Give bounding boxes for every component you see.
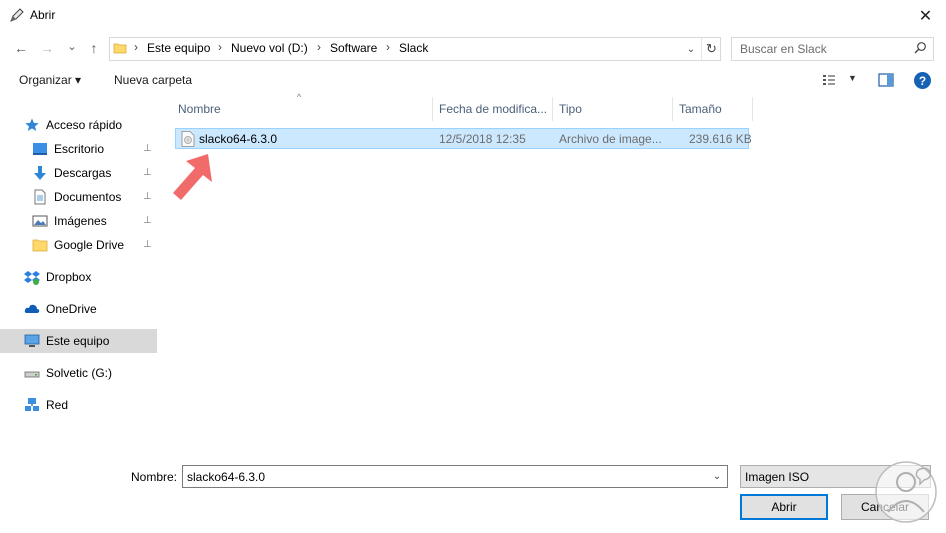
filename-label: Nombre: — [131, 470, 178, 484]
sidebar-item-este-equipo[interactable]: Este equipo — [24, 329, 109, 353]
sidebar-item-acceso-rapido[interactable]: Acceso rápido — [24, 113, 122, 137]
desktop-icon — [33, 143, 47, 155]
column-header-name[interactable]: Nombre — [178, 102, 221, 116]
column-divider[interactable] — [752, 97, 753, 121]
annotation-arrow-icon — [173, 154, 212, 200]
recent-locations-button[interactable]: ⌄ — [62, 36, 82, 56]
file-name: slacko64-6.3.0 — [199, 132, 278, 146]
forward-button[interactable]: → — [37, 38, 57, 58]
pencil-icon — [10, 8, 24, 22]
preview-pane-icon[interactable] — [878, 73, 894, 87]
breadcrumb-item-software[interactable]: Software — [330, 41, 377, 55]
pin-icon[interactable]: ⊥ — [143, 239, 152, 250]
search-input[interactable]: Buscar en Slack — [731, 37, 934, 61]
refresh-button[interactable]: ↻ — [701, 38, 721, 60]
close-icon: ✕ — [918, 8, 933, 25]
up-arrow-icon: ↑ — [90, 40, 98, 56]
new-folder-button[interactable]: Nueva carpeta — [114, 73, 192, 87]
document-icon — [34, 189, 46, 205]
address-dropdown-button[interactable]: ⌄ — [682, 38, 700, 60]
column-divider[interactable] — [672, 97, 673, 121]
watermark-logo-icon — [875, 461, 937, 523]
table-row[interactable]: slacko64-6.3.0 12/5/2018 12:35 Archivo d… — [175, 128, 752, 149]
search-placeholder: Buscar en Slack — [740, 42, 827, 56]
sidebar-item-red[interactable]: Red — [24, 393, 68, 417]
file-date: 12/5/2018 12:35 — [439, 132, 526, 146]
breadcrumb-item-este-equipo[interactable]: Este equipo — [147, 41, 210, 55]
drive-icon — [24, 371, 40, 378]
sidebar-item-label: Solvetic (G:) — [46, 366, 113, 380]
disc-image-file-icon — [181, 131, 195, 147]
sidebar-item-label: Documentos — [54, 190, 122, 204]
breadcrumb-separator: › — [218, 40, 222, 54]
sidebar-item-label: Google Drive — [54, 238, 125, 252]
sidebar-item-google-drive[interactable]: Google Drive — [32, 233, 124, 257]
sidebar-item-label: Dropbox — [46, 270, 92, 284]
pin-icon[interactable]: ⊥ — [143, 215, 152, 226]
sidebar-item-label: Este equipo — [46, 334, 110, 348]
cloud-icon — [24, 304, 40, 313]
refresh-icon: ↻ — [706, 41, 717, 56]
close-button[interactable]: ✕ — [905, 0, 946, 32]
chevron-down-icon: ⌄ — [712, 471, 722, 482]
sidebar-item-label: Red — [46, 398, 69, 412]
open-button-label: Abrir — [771, 500, 797, 514]
column-divider[interactable] — [552, 97, 553, 121]
sort-ascending-icon: ^ — [297, 92, 302, 102]
breadcrumb-item-slack[interactable]: Slack — [399, 41, 428, 55]
pin-icon[interactable]: ⊥ — [143, 167, 152, 178]
folder-icon — [32, 239, 48, 252]
chevron-down-icon: ⌄ — [686, 43, 696, 55]
column-header-type[interactable]: Tipo — [559, 102, 582, 116]
filename-field[interactable] — [182, 465, 728, 488]
column-header-date[interactable]: Fecha de modifica... — [439, 102, 547, 116]
network-icon — [25, 398, 39, 411]
back-arrow-icon: ← — [14, 40, 28, 56]
sidebar-item-label: Imágenes — [54, 214, 107, 228]
up-button[interactable]: ↑ — [84, 38, 104, 58]
breadcrumb-separator: › — [134, 40, 138, 54]
sidebar-item-label: Escritorio — [54, 142, 105, 156]
filename-dropdown-button[interactable]: ⌄ — [708, 466, 726, 487]
chevron-down-icon: ⌄ — [67, 40, 77, 53]
forward-arrow-icon: → — [40, 40, 54, 56]
pictures-icon — [32, 215, 48, 227]
pin-icon[interactable]: ⊥ — [143, 143, 152, 154]
help-label: ? — [918, 73, 927, 88]
sidebar-item-documentos[interactable]: Documentos — [32, 185, 121, 209]
window-title: Abrir — [30, 8, 56, 22]
star-icon — [25, 118, 39, 131]
breadcrumb-separator: › — [317, 40, 321, 54]
address-bar[interactable]: › Este equipo › Nuevo vol (D:) › Softwar… — [109, 37, 721, 61]
sidebar-item-label: Acceso rápido — [46, 118, 123, 132]
help-icon[interactable]: ? — [914, 72, 931, 89]
download-icon — [34, 166, 46, 180]
dropbox-icon — [24, 271, 40, 285]
view-options-icon[interactable] — [822, 73, 836, 87]
breadcrumb-separator: › — [386, 40, 390, 54]
file-type-filter-value: Imagen ISO — [745, 470, 810, 484]
computer-icon — [24, 334, 40, 347]
sidebar-item-solvetic[interactable]: Solvetic (G:) — [24, 361, 112, 385]
sidebar-item-descargas[interactable]: Descargas — [32, 161, 111, 185]
folder-icon — [113, 43, 127, 54]
organize-button[interactable]: Organizar ▾ — [19, 73, 81, 87]
search-icon[interactable] — [913, 41, 927, 55]
title-bar: Abrir ✕ — [0, 0, 946, 32]
file-size: 239.616 KB — [689, 132, 752, 146]
open-button[interactable]: Abrir — [740, 494, 828, 520]
sidebar-item-onedrive[interactable]: OneDrive — [24, 297, 97, 321]
file-type: Archivo de image... — [559, 132, 662, 146]
column-header-size[interactable]: Tamaño — [679, 102, 722, 116]
back-button[interactable]: ← — [11, 38, 31, 58]
view-dropdown-icon[interactable]: ▼ — [848, 73, 857, 83]
sidebar-item-label: Descargas — [54, 166, 112, 180]
pin-icon[interactable]: ⊥ — [143, 191, 152, 202]
breadcrumb-item-nuevo-vol[interactable]: Nuevo vol (D:) — [231, 41, 308, 55]
sidebar-item-dropbox[interactable]: Dropbox — [24, 265, 91, 289]
sidebar-item-escritorio[interactable]: Escritorio — [32, 137, 104, 161]
column-divider[interactable] — [432, 97, 433, 121]
sidebar-item-imagenes[interactable]: Imágenes — [32, 209, 107, 233]
sidebar-item-label: OneDrive — [46, 302, 97, 316]
